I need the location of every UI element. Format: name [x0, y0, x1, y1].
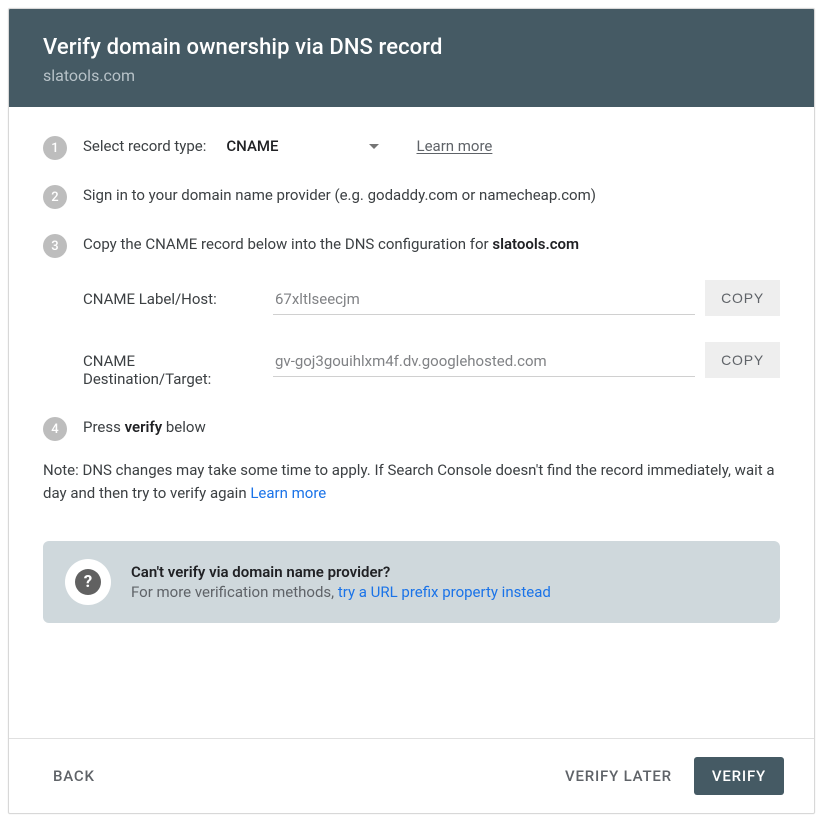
dialog-subtitle: slatools.com	[43, 66, 780, 85]
help-sub: For more verification methods, try a URL…	[131, 583, 551, 601]
help-icon-wrap: ?	[65, 559, 111, 605]
dialog-title: Verify domain ownership via DNS record	[43, 35, 780, 60]
verify-button[interactable]: VERIFY	[694, 757, 784, 795]
copy-cname-destination-button[interactable]: COPY	[705, 342, 780, 378]
copy-cname-label-button[interactable]: COPY	[705, 280, 780, 316]
cname-target-row: CNAME Destination/Target: COPY	[83, 350, 780, 388]
record-type-value: CNAME	[226, 135, 278, 157]
step3-text: Copy the CNAME record below into the DNS…	[83, 233, 780, 255]
step-2: 2 Sign in to your domain name provider (…	[43, 184, 780, 209]
cname-label-row: CNAME Label/Host: COPY	[83, 288, 780, 316]
url-prefix-link[interactable]: try a URL prefix property instead	[338, 583, 551, 601]
help-box: ? Can't verify via domain name provider?…	[43, 541, 780, 623]
step-bullet: 3	[43, 234, 67, 258]
cname-label-host-input[interactable]	[273, 288, 695, 315]
step-3: 3 Copy the CNAME record below into the D…	[43, 233, 780, 258]
step-1: 1 Select record type: CNAME Learn more	[43, 135, 780, 160]
step2-text: Sign in to your domain name provider (e.…	[83, 184, 780, 206]
dialog-header: Verify domain ownership via DNS record s…	[9, 9, 814, 107]
verify-domain-dialog: Verify domain ownership via DNS record s…	[8, 8, 815, 814]
learn-more-link[interactable]: Learn more	[417, 135, 493, 157]
note-learn-more-link[interactable]: Learn more	[250, 484, 326, 502]
chevron-down-icon	[369, 144, 379, 149]
verify-later-button[interactable]: VERIFY LATER	[551, 757, 686, 795]
back-button[interactable]: BACK	[39, 757, 109, 795]
step4-bold: verify	[125, 418, 163, 436]
help-text: Can't verify via domain name provider? F…	[131, 563, 551, 601]
cname-destination-input[interactable]	[273, 350, 695, 377]
record-type-select[interactable]: CNAME	[226, 135, 378, 157]
step4-suffix: below	[162, 418, 206, 436]
cname-label-host-label: CNAME Label/Host:	[83, 288, 263, 308]
step4-text: Press verify below	[83, 416, 780, 438]
step3-prefix: Copy the CNAME record below into the DNS…	[83, 235, 492, 253]
step-bullet: 2	[43, 185, 67, 209]
note-text: Note: DNS changes may take some time to …	[43, 461, 775, 502]
help-title: Can't verify via domain name provider?	[131, 563, 551, 581]
help-sub-prefix: For more verification methods,	[131, 583, 338, 601]
dialog-footer: BACK VERIFY LATER VERIFY	[9, 738, 814, 813]
cname-destination-label: CNAME Destination/Target:	[83, 350, 263, 388]
step3-domain: slatools.com	[492, 235, 579, 253]
step-4: 4 Press verify below	[43, 416, 780, 441]
question-icon: ?	[75, 569, 101, 595]
step-bullet: 4	[43, 417, 67, 441]
dialog-body: 1 Select record type: CNAME Learn more 2…	[9, 107, 814, 738]
step-bullet: 1	[43, 136, 67, 160]
step4-prefix: Press	[83, 418, 125, 436]
step1-label: Select record type:	[83, 135, 206, 157]
dns-note: Note: DNS changes may take some time to …	[43, 459, 780, 505]
